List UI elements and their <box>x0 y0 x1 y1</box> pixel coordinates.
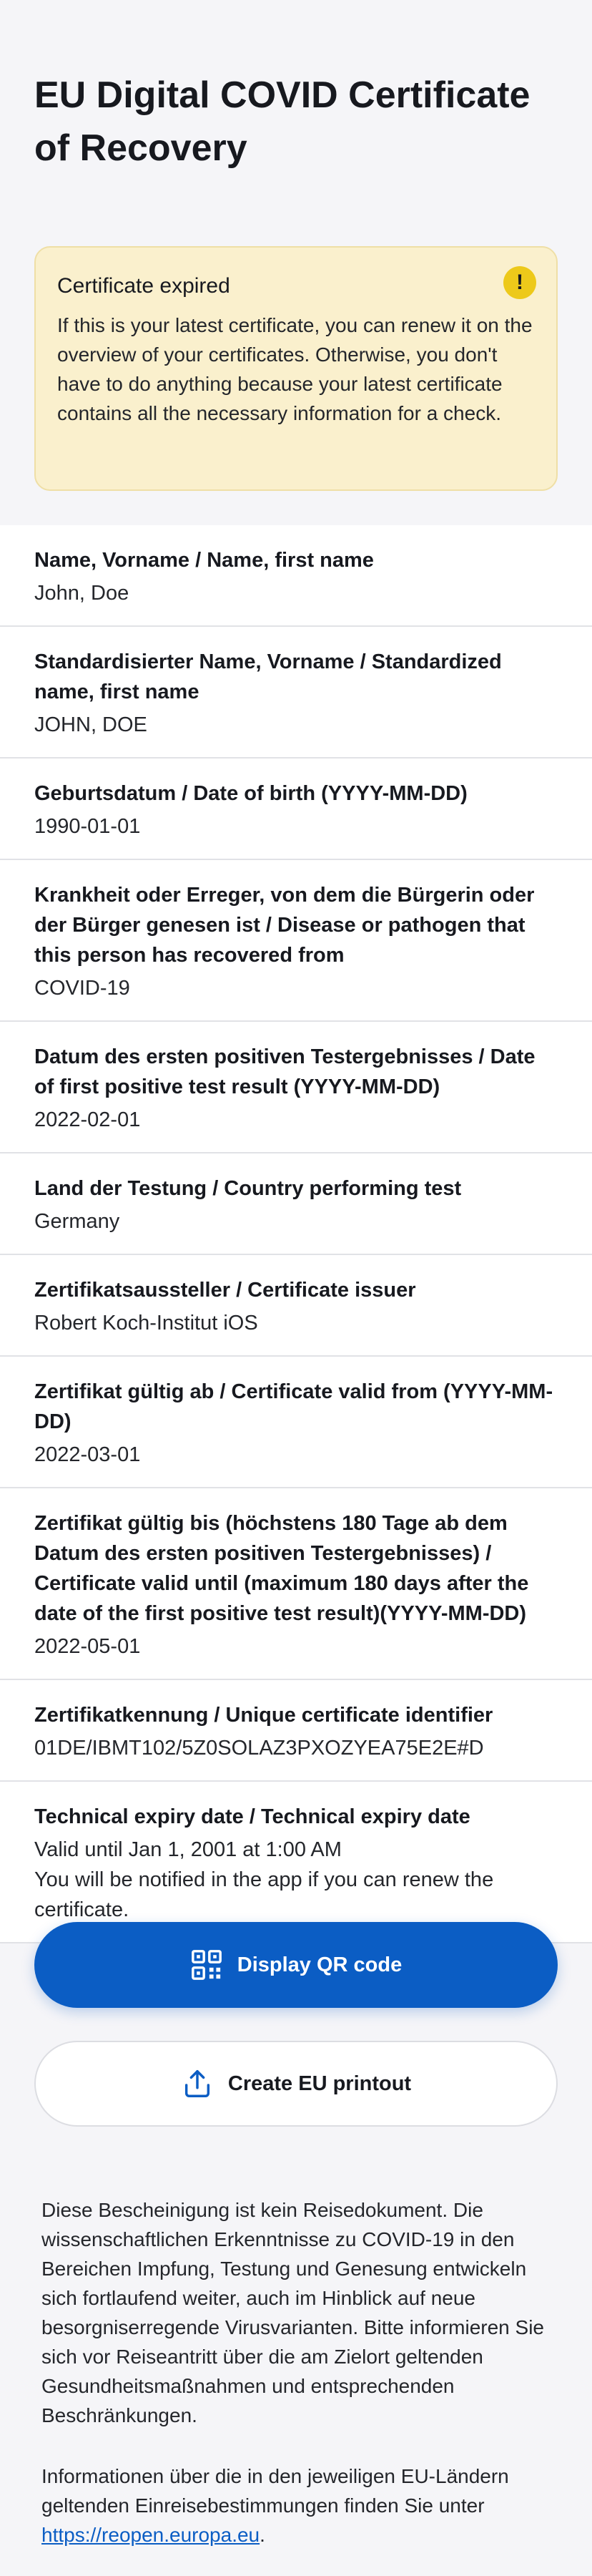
field-row-technical-expiry: Technical expiry date / Technical expiry… <box>0 1782 592 1943</box>
field-row-country: Land der Testung / Country performing te… <box>0 1153 592 1255</box>
field-value: JOHN, DOE <box>34 713 147 736</box>
field-row-certificate-identifier: Zertifikatkennung / Unique certificate i… <box>0 1680 592 1782</box>
certificate-fields: Name, Vorname / Name, first name John, D… <box>0 525 592 1943</box>
field-label: Geburtsdatum / Date of birth (YYYY-MM-DD… <box>34 782 468 805</box>
field-row-date-of-birth: Geburtsdatum / Date of birth (YYYY-MM-DD… <box>0 758 592 860</box>
certificate-detail-screen: EU Digital COVID Certificate of Recovery… <box>0 0 592 2576</box>
create-eu-printout-button[interactable]: Create EU printout <box>34 2041 558 2127</box>
field-row-valid-until: Zertifikat gültig bis (höchstens 180 Tag… <box>0 1488 592 1680</box>
field-label: Datum des ersten positiven Testergebniss… <box>34 1045 536 1098</box>
travel-disclaimer: Diese Bescheinigung ist kein Reisedokume… <box>41 2199 544 2426</box>
display-qr-code-label: Display QR code <box>237 1953 403 1976</box>
create-eu-printout-label: Create EU printout <box>227 2072 412 2095</box>
field-label: Zertifikatsaussteller / Certificate issu… <box>34 1279 416 1302</box>
field-label: Standardisierter Name, Vorname / Standar… <box>34 650 502 703</box>
field-value: 2022-03-01 <box>34 1443 141 1466</box>
field-label: Zertifikat gültig ab / Certificate valid… <box>34 1380 553 1433</box>
field-label: Land der Testung / Country performing te… <box>34 1177 462 1200</box>
field-label: Zertifikat gültig bis (höchstens 180 Tag… <box>34 1512 529 1625</box>
field-label: Name, Vorname / Name, first name <box>34 549 374 572</box>
field-value: Robert Koch-Institut iOS <box>34 1312 258 1335</box>
field-row-standardized-name: Standardisierter Name, Vorname / Standar… <box>0 627 592 758</box>
expired-warning-card: Certificate expired ! If this is your la… <box>34 246 558 491</box>
entry-rules-info: Informationen über die in den jeweiligen… <box>41 2462 551 2550</box>
field-value: John, Doe <box>34 582 129 605</box>
field-label: Zertifikatkennung / Unique certificate i… <box>34 1704 493 1727</box>
field-row-disease: Krankheit oder Erreger, von dem die Bürg… <box>0 860 592 1022</box>
qr-code-icon <box>190 1948 223 1981</box>
field-value: COVID-19 <box>34 977 130 1000</box>
field-value: 1990-01-01 <box>34 815 141 838</box>
display-qr-code-button[interactable]: Display QR code <box>34 1922 558 2008</box>
field-value: Germany <box>34 1210 120 1233</box>
field-value: 2022-02-01 <box>34 1108 141 1131</box>
field-value: 01DE/IBMT102/5Z0SOLAZ3PXOZYEA75E2E#D <box>34 1737 484 1760</box>
exclamation-icon: ! <box>503 266 536 299</box>
field-row-valid-from: Zertifikat gültig ab / Certificate valid… <box>0 1357 592 1488</box>
field-note: You will be notified in the app if you c… <box>34 1868 494 1921</box>
field-row-name: Name, Vorname / Name, first name John, D… <box>0 525 592 627</box>
warning-body: If this is your latest certificate, you … <box>57 314 533 424</box>
field-row-first-positive-test: Datum des ersten positiven Testergebniss… <box>0 1022 592 1153</box>
field-label: Krankheit oder Erreger, von dem die Bürg… <box>34 884 535 967</box>
entry-rules-suffix: . <box>260 2524 265 2546</box>
entry-rules-text: Informationen über die in den jeweiligen… <box>41 2465 509 2517</box>
reopen-europa-link[interactable]: https://reopen.europa.eu <box>41 2524 260 2546</box>
warning-title: Certificate expired <box>57 274 230 298</box>
field-label: Technical expiry date / Technical expiry… <box>34 1805 470 1828</box>
field-row-issuer: Zertifikatsaussteller / Certificate issu… <box>0 1255 592 1357</box>
share-upload-icon <box>181 2067 214 2100</box>
page-title: EU Digital COVID Certificate of Recovery <box>34 74 531 169</box>
field-value: Valid until Jan 1, 2001 at 1:00 AM <box>34 1838 342 1861</box>
field-value: 2022-05-01 <box>34 1635 141 1658</box>
